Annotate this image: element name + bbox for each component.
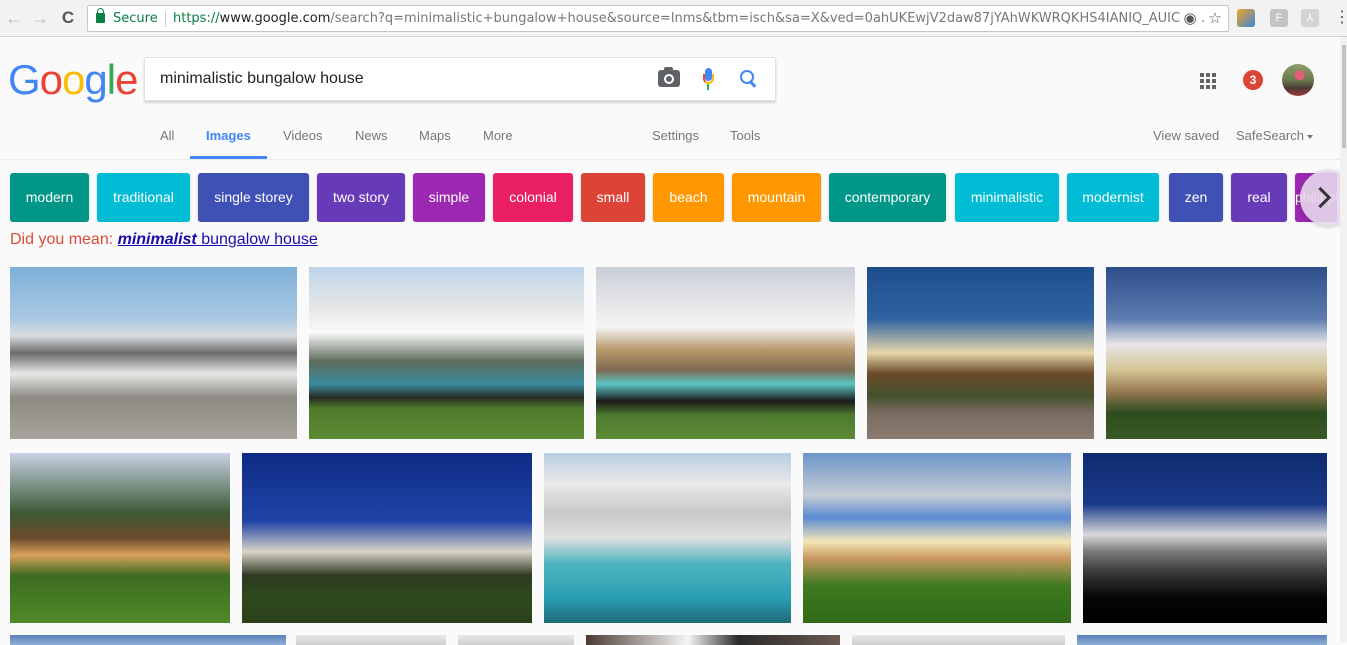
image-result-row3-3[interactable] bbox=[458, 635, 574, 645]
suggestion-bold: minimalist bbox=[117, 231, 197, 248]
tab-news[interactable]: News bbox=[355, 128, 388, 143]
related-search-chips: modern traditional single storey two story s… bbox=[10, 173, 1337, 222]
safesearch-label: SafeSearch bbox=[1236, 128, 1304, 143]
logo-letter: e bbox=[115, 56, 138, 103]
image-result-bungalow-garden-night[interactable] bbox=[242, 453, 532, 623]
chip-small[interactable]: small bbox=[581, 173, 645, 222]
url-text[interactable]: https://www.google.com/search?q=minimali… bbox=[173, 6, 1213, 31]
image-result-row3-6[interactable] bbox=[1077, 635, 1327, 645]
tab-images[interactable]: Images bbox=[206, 128, 251, 143]
chip-modern[interactable]: modern bbox=[10, 173, 89, 222]
microphone-icon[interactable] bbox=[703, 68, 714, 92]
secure-label: Secure bbox=[113, 11, 158, 26]
url-separator bbox=[165, 11, 166, 27]
image-result-white-bungalow-pool-lawn[interactable] bbox=[309, 267, 584, 439]
logo-letter: l bbox=[106, 56, 116, 103]
tab-all[interactable]: All bbox=[160, 128, 174, 143]
address-bar[interactable]: Secure https://www.google.com/search?q=m… bbox=[87, 5, 1229, 32]
spelling-suggestion-link[interactable]: minimalist bungalow house bbox=[118, 231, 318, 248]
image-result-row3-5[interactable] bbox=[852, 635, 1065, 645]
google-logo[interactable]: Google bbox=[8, 56, 138, 104]
chip-single-storey[interactable]: single storey bbox=[198, 173, 309, 222]
chip-zen[interactable]: zen bbox=[1169, 173, 1223, 222]
safesearch-dropdown[interactable]: SafeSearch bbox=[1236, 128, 1313, 143]
chip-contemporary[interactable]: contemporary bbox=[829, 173, 946, 222]
view-saved-link[interactable]: View saved bbox=[1153, 128, 1219, 143]
image-result-gabled-house-night[interactable] bbox=[867, 267, 1094, 439]
tab-more[interactable]: More bbox=[483, 128, 513, 143]
image-result-row3-4[interactable] bbox=[586, 635, 840, 645]
tools-link[interactable]: Tools bbox=[730, 128, 760, 143]
pdf-extension-icon[interactable]: ⅄ bbox=[1301, 9, 1319, 27]
forward-arrow-icon[interactable]: → bbox=[30, 8, 50, 28]
logo-letter: G bbox=[8, 56, 41, 103]
search-tabs: All Images Videos News Maps More Setting… bbox=[0, 118, 1347, 160]
chip-modernist[interactable]: modernist bbox=[1067, 173, 1159, 222]
logo-letter: o bbox=[62, 56, 85, 103]
url-path: /search?q=minimalistic+bungalow+house&so… bbox=[330, 11, 1214, 26]
image-result-row3-2[interactable] bbox=[296, 635, 446, 645]
bookmark-star-icon[interactable]: ☆ bbox=[1205, 8, 1225, 28]
settings-link[interactable]: Settings bbox=[652, 128, 699, 143]
chip-real[interactable]: real bbox=[1231, 173, 1287, 222]
url-scheme: https:// bbox=[173, 11, 220, 26]
camera-icon[interactable] bbox=[658, 67, 680, 87]
image-result-lit-patio-lawn[interactable] bbox=[803, 453, 1071, 623]
search-box bbox=[144, 57, 776, 101]
image-result-courtyard-pool[interactable] bbox=[544, 453, 791, 623]
apps-grid-icon[interactable] bbox=[1200, 73, 1216, 89]
back-arrow-icon[interactable]: ← bbox=[4, 8, 24, 28]
chip-two-story[interactable]: two story bbox=[317, 173, 405, 222]
image-result-cantilever-house-dusk[interactable] bbox=[1106, 267, 1327, 439]
reload-icon[interactable]: C bbox=[58, 8, 78, 28]
image-result-row3-1[interactable] bbox=[10, 635, 286, 645]
location-icon[interactable]: ◉ bbox=[1180, 8, 1200, 28]
spelling-suggestion: Did you mean: minimalist bungalow house bbox=[10, 231, 318, 249]
chip-simple[interactable]: simple bbox=[413, 173, 485, 222]
image-result-gated-house-night[interactable] bbox=[1083, 453, 1327, 623]
suggestion-rest: bungalow house bbox=[196, 231, 318, 248]
messenger-extension-icon[interactable] bbox=[1237, 9, 1255, 27]
browser-toolbar: ← → C Secure https://www.google.com/sear… bbox=[0, 0, 1347, 37]
tab-videos[interactable]: Videos bbox=[283, 128, 323, 143]
logo-letter: g bbox=[84, 56, 107, 103]
chip-mountain[interactable]: mountain bbox=[732, 173, 821, 222]
image-result-white-bungalow-driveway[interactable] bbox=[10, 267, 297, 439]
search-input[interactable] bbox=[160, 58, 640, 100]
logo-letter: o bbox=[39, 56, 63, 103]
url-host: www.google.com bbox=[219, 11, 331, 26]
did-you-mean-label: Did you mean: bbox=[10, 231, 118, 248]
chip-traditional[interactable]: traditional bbox=[97, 173, 190, 222]
chip-colonial[interactable]: colonial bbox=[493, 173, 573, 222]
lock-icon bbox=[96, 8, 105, 23]
avatar[interactable] bbox=[1282, 64, 1314, 96]
browser-menu-icon[interactable]: ⋮ bbox=[1334, 8, 1347, 28]
image-result-white-house-pool-dusk[interactable] bbox=[596, 267, 855, 439]
tab-maps[interactable]: Maps bbox=[419, 128, 451, 143]
active-tab-indicator bbox=[190, 156, 267, 159]
scrollbar-thumb[interactable] bbox=[1342, 45, 1346, 148]
notification-badge[interactable]: 3 bbox=[1243, 70, 1263, 90]
chip-minimalistic[interactable]: minimalistic bbox=[955, 173, 1059, 222]
chip-beach[interactable]: beach bbox=[653, 173, 724, 222]
chevron-down-icon bbox=[1306, 134, 1313, 139]
image-result-wood-house-lawn[interactable] bbox=[10, 453, 230, 623]
search-icon[interactable] bbox=[739, 69, 759, 89]
f-extension-icon[interactable]: F bbox=[1270, 9, 1288, 27]
